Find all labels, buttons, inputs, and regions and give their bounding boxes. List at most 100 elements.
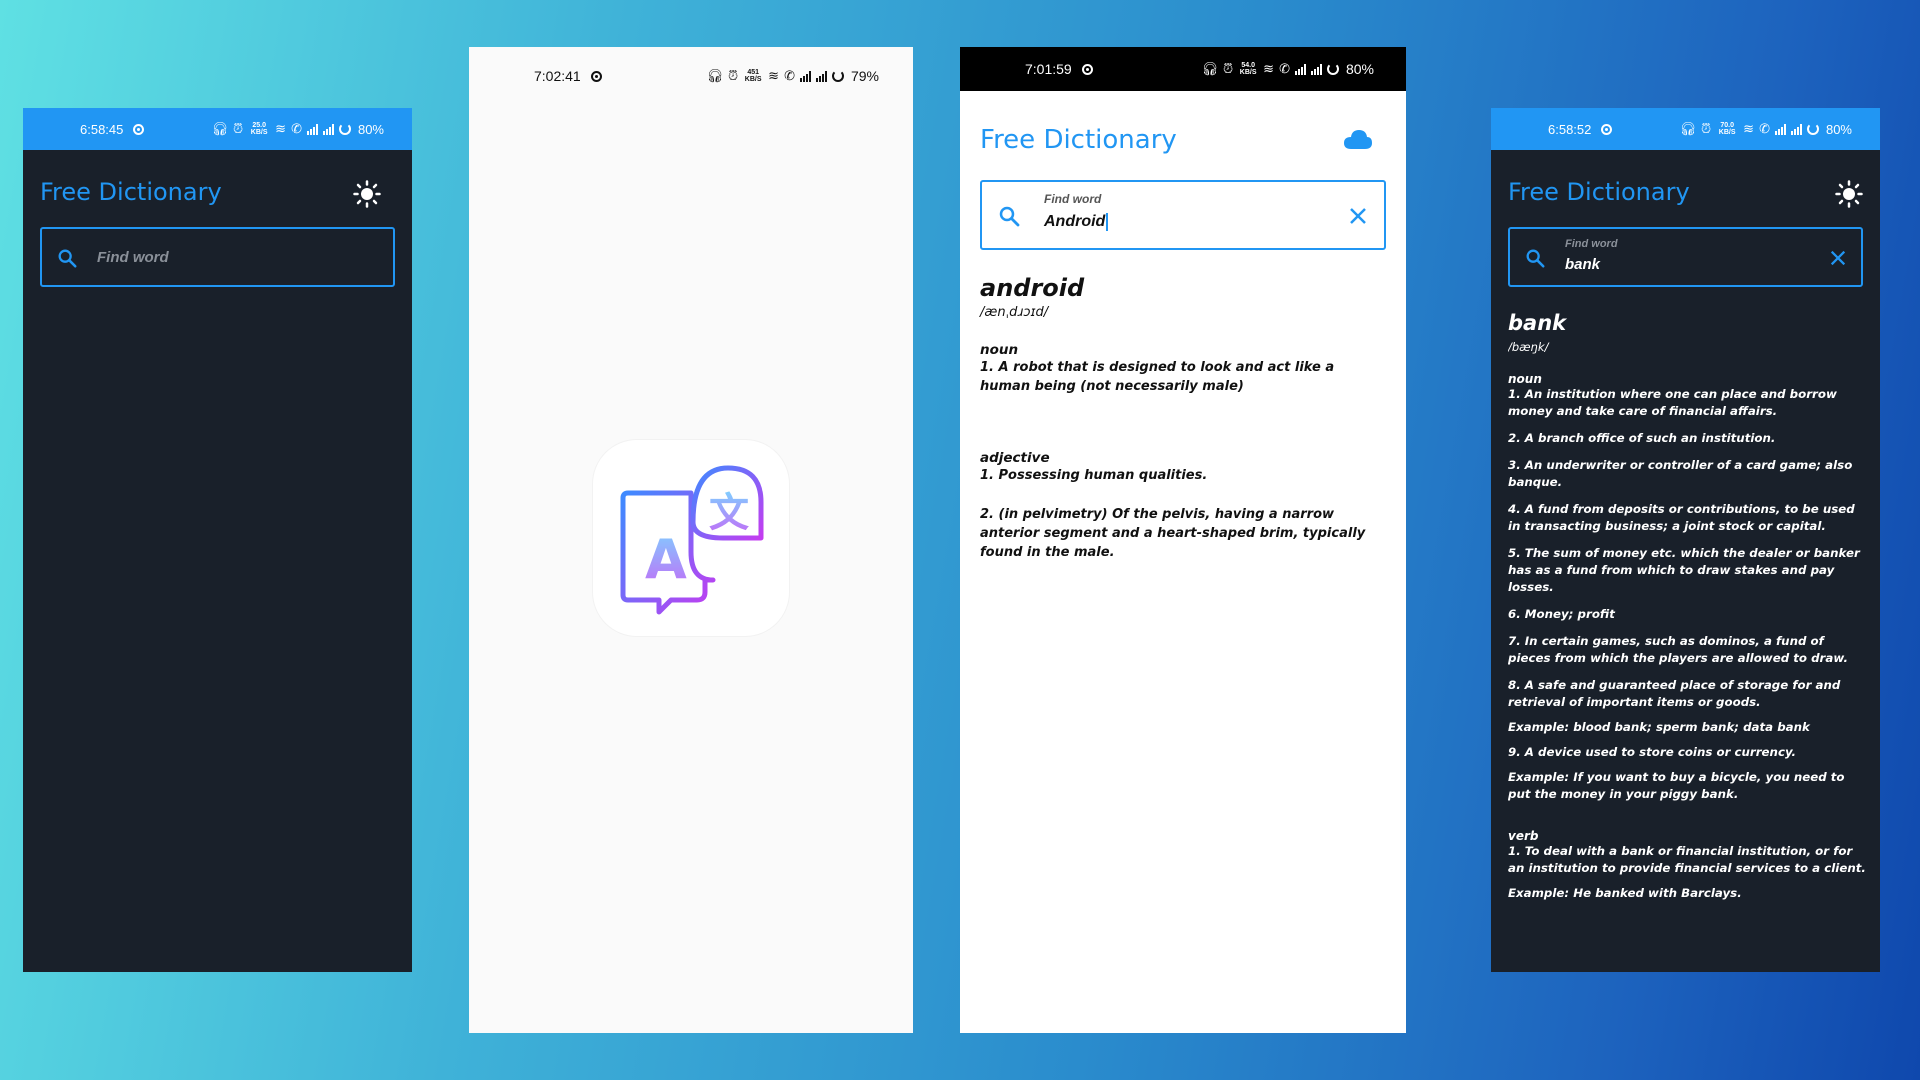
cloud-icon[interactable]	[1343, 127, 1373, 151]
part-of-speech: noun	[1508, 372, 1542, 386]
battery-percent: 80%	[1345, 61, 1374, 77]
battery-icon	[338, 123, 351, 135]
definition: 6. Money; profit	[1508, 607, 1615, 621]
definition: 2. (in pelvimetry) Of the pelvis, having…	[980, 507, 1366, 560]
part-of-speech: verb	[1508, 829, 1539, 843]
definition: 1. An institution where one can place an…	[1508, 387, 1837, 418]
phone-screen-dark-result: 6:58:52 🎧︎ ⏰︎ 70.0 KB/S ≋ ✆ 80% Free Dic…	[1491, 108, 1880, 972]
result-content: android /ænˌdɹɔɪd/ noun 1. A robot that …	[980, 273, 1386, 562]
status-time: 7:02:41	[534, 68, 581, 84]
definition: 2. A branch office of such an institutio…	[1508, 431, 1776, 445]
headphones-icon: 🎧︎	[706, 68, 724, 83]
network-speed: 54.0 KB/S	[1239, 62, 1257, 76]
status-bar: 7:01:59 🎧︎ ⏰︎ 54.0 KB/S ≋ ✆ 80%	[960, 47, 1406, 91]
signal-icon	[799, 70, 811, 82]
call-icon: ✆	[1759, 121, 1770, 136]
search-icon	[1526, 249, 1545, 268]
call-icon: ✆	[291, 121, 302, 136]
signal-icon	[1294, 63, 1306, 75]
definition: 1. A robot that is designed to look and …	[980, 360, 1335, 394]
status-time: 6:58:52	[1548, 121, 1592, 137]
signal-icon	[1774, 123, 1786, 135]
search-input[interactable]: Find word Android	[980, 180, 1386, 250]
search-value: Android	[1044, 213, 1109, 231]
signal-icon-2	[1310, 63, 1322, 75]
headphones-icon: 🎧︎	[1679, 121, 1697, 136]
example: Example: blood bank; sperm bank; data ba…	[1508, 720, 1810, 734]
sun-icon[interactable]	[353, 180, 381, 208]
definition: 8. A safe and guaranteed place of storag…	[1508, 678, 1841, 709]
phone-screen-dark-empty: 6:58:45 🎧︎ ⏰︎ 25.0 KB/S ≋ ✆ 80% Free Dic…	[23, 108, 412, 972]
battery-icon	[831, 70, 844, 82]
headphones-icon: 🎧︎	[211, 121, 229, 136]
signal-icon-2	[322, 123, 334, 135]
wifi-icon: ≋	[1743, 121, 1755, 136]
definition: 7. In certain games, such as dominos, a …	[1508, 634, 1848, 665]
app-title: Free Dictionary	[1508, 178, 1690, 206]
status-bar: 6:58:45 🎧︎ ⏰︎ 25.0 KB/S ≋ ✆ 80%	[23, 108, 412, 150]
sun-icon[interactable]	[1835, 180, 1863, 208]
app-title: Free Dictionary	[980, 125, 1177, 155]
definition: 3. An underwriter or controller of a car…	[1508, 458, 1853, 489]
search-value: bank	[1565, 256, 1601, 273]
alarm-icon: ⏰︎	[233, 121, 244, 136]
splash-app-icon: A 文	[593, 440, 789, 636]
search-icon	[999, 206, 1020, 227]
alarm-icon: ⏰︎	[1701, 121, 1712, 136]
part-of-speech: noun	[980, 342, 1019, 358]
alarm-icon: ⏰︎	[1223, 61, 1234, 76]
example: Example: He banked with Barclays.	[1508, 886, 1742, 900]
phone-screen-splash: 7:02:41 🎧︎ ⏰︎ 451 KB/S ≋ ✆ 79% A 文	[469, 47, 913, 1033]
splash-letter-b: 文	[709, 490, 749, 536]
status-bar: 7:02:41 🎧︎ ⏰︎ 451 KB/S ≋ ✆ 79%	[469, 47, 913, 105]
result-phonetic: /ænˌdɹɔɪd/	[980, 305, 1049, 320]
search-label: Find word	[1565, 238, 1618, 250]
wifi-icon: ≋	[275, 121, 287, 136]
wifi-icon: ≋	[1263, 61, 1275, 76]
definition: 1. Possessing human qualities.	[980, 468, 1208, 483]
example: Example: If you want to buy a bicycle, y…	[1508, 770, 1845, 801]
settings-status-icon	[133, 123, 145, 135]
alarm-icon: ⏰︎	[728, 68, 739, 83]
battery-percent: 79%	[850, 68, 879, 84]
call-icon: ✆	[1279, 61, 1290, 76]
battery-percent: 80%	[357, 121, 384, 137]
translate-chat-icon: A 文	[620, 465, 764, 615]
settings-status-icon	[1081, 63, 1093, 75]
network-speed: 451 KB/S	[744, 69, 762, 83]
close-icon[interactable]	[1348, 206, 1368, 226]
signal-icon-2	[815, 70, 827, 82]
definition: 5. The sum of money etc. which the deale…	[1508, 546, 1860, 594]
settings-status-icon	[1601, 123, 1613, 135]
search-icon	[58, 249, 77, 268]
splash-letter-a: A	[645, 528, 687, 591]
part-of-speech: adjective	[980, 450, 1050, 466]
result-word: bank	[1508, 311, 1567, 335]
battery-icon	[1806, 123, 1819, 135]
search-label: Find word	[1044, 192, 1102, 206]
battery-percent: 80%	[1825, 121, 1852, 137]
network-speed: 70.0 KB/S	[1718, 122, 1736, 136]
close-icon[interactable]	[1829, 249, 1847, 267]
battery-icon	[1326, 63, 1339, 75]
result-phonetic: /bæŋk/	[1508, 340, 1549, 354]
search-placeholder: Find word	[97, 249, 169, 266]
signal-icon	[306, 123, 318, 135]
status-time: 7:01:59	[1025, 61, 1072, 77]
headphones-icon: 🎧︎	[1201, 61, 1219, 76]
definition: 4. A fund from deposits or contributions…	[1508, 502, 1855, 533]
definition: 1. To deal with a bank or financial inst…	[1508, 844, 1866, 875]
search-input[interactable]: Find word	[40, 227, 395, 287]
status-time: 6:58:45	[80, 121, 124, 137]
search-input[interactable]: Find word bank	[1508, 227, 1863, 287]
definition: 9. A device used to store coins or curre…	[1508, 745, 1797, 759]
result-content: bank /bæŋk/ noun 1. An institution where…	[1508, 308, 1868, 962]
wifi-icon: ≋	[768, 68, 780, 83]
phone-screen-light-result: 7:01:59 🎧︎ ⏰︎ 54.0 KB/S ≋ ✆ 80% Free Dic…	[960, 47, 1406, 1033]
result-word: android	[980, 274, 1085, 302]
call-icon: ✆	[784, 68, 795, 83]
network-speed: 25.0 KB/S	[250, 122, 268, 136]
settings-status-icon	[590, 70, 602, 82]
app-title: Free Dictionary	[40, 178, 222, 206]
status-bar: 6:58:52 🎧︎ ⏰︎ 70.0 KB/S ≋ ✆ 80%	[1491, 108, 1880, 150]
